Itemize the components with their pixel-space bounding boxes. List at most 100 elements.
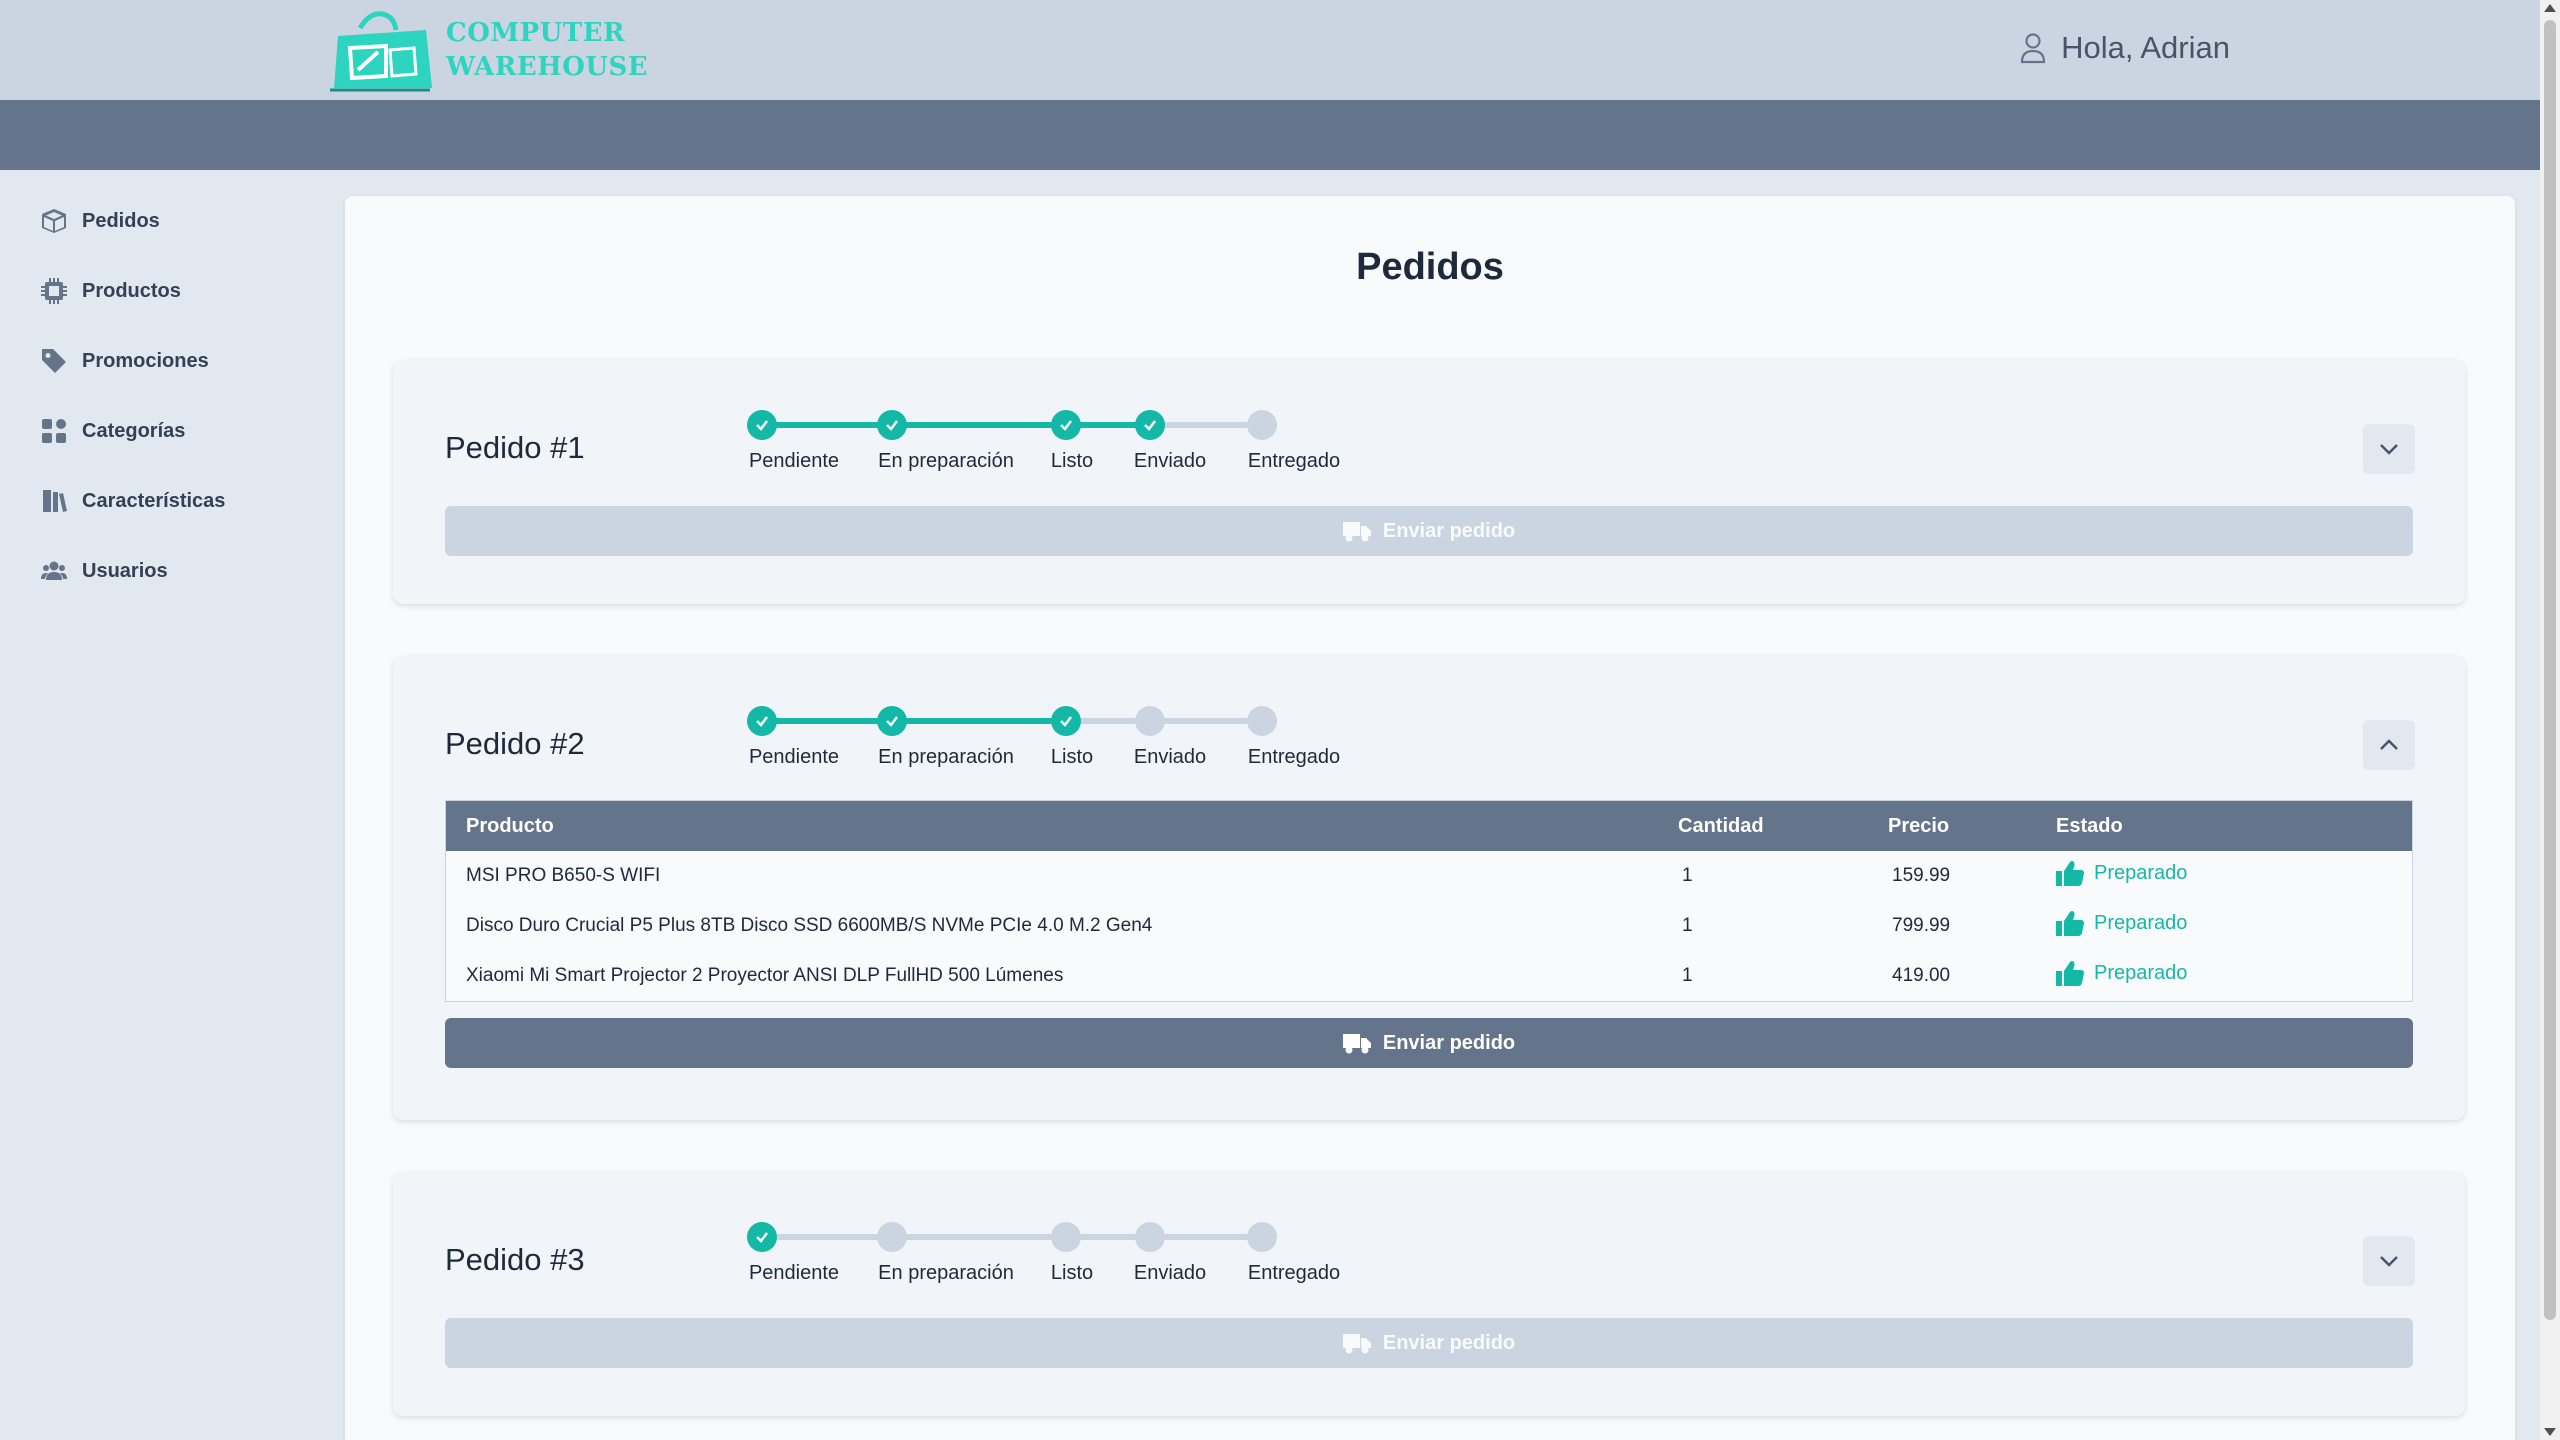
table-header: Producto Cantidad Precio Estado <box>446 801 2412 851</box>
users-icon <box>40 557 68 585</box>
column-header-estado: Estado <box>2056 814 2123 837</box>
status-badge: Preparado <box>2056 910 2187 936</box>
chip-icon <box>40 277 68 305</box>
send-order-button[interactable]: Enviar pedido <box>445 506 2413 556</box>
box-icon <box>40 207 68 235</box>
sidebar-item-caracteristicas[interactable]: Características <box>0 466 320 536</box>
shopping-bag-logo-icon <box>330 11 432 92</box>
truck-icon <box>1342 1034 1371 1054</box>
order-card: Pedido #1 Pendiente En preparación Listo En… <box>393 360 2465 604</box>
scrollbar[interactable] <box>2540 0 2560 1440</box>
step-indicator <box>1051 1222 1081 1252</box>
price: 159.99 <box>1892 865 1951 886</box>
step-connector <box>892 1234 1066 1240</box>
step-label: Pendiente <box>748 450 840 472</box>
column-header-precio: Precio <box>1888 814 1950 837</box>
step-label: Enviado <box>1133 1262 1207 1284</box>
step-label: Enviado <box>1133 746 1207 768</box>
quantity: 1 <box>1682 915 1693 936</box>
step-label: Listo <box>1050 450 1094 472</box>
order-items-table: Producto Cantidad Precio Estado MSI PRO … <box>445 800 2413 1002</box>
sidebar-item-promociones[interactable]: Promociones <box>0 326 320 396</box>
step-label: Entregado <box>1247 450 1341 472</box>
send-order-label: Enviar pedido <box>1382 1331 1516 1354</box>
sidebar-item-productos[interactable]: Productos <box>0 256 320 326</box>
chevron-up-icon <box>2380 739 2398 750</box>
status-text: Preparado <box>2094 911 2188 934</box>
chevron-down-icon <box>2380 444 2398 455</box>
step-indicator <box>1135 706 1165 736</box>
sidebar-item-label: Promociones <box>82 349 209 372</box>
scrollbar-thumb[interactable] <box>2544 20 2556 1320</box>
step-label: Entregado <box>1247 1262 1341 1284</box>
sidebar-item-label: Pedidos <box>82 209 160 232</box>
user-icon <box>2021 33 2046 64</box>
logo-line-2: WAREHOUSE <box>446 52 649 82</box>
table-row: MSI PRO B650-S WIFI 1 159.99 Preparado <box>446 851 2412 901</box>
step-indicator <box>747 706 777 736</box>
thumbs-up-icon <box>2056 861 2084 886</box>
send-order-label: Enviar pedido <box>1382 519 1516 542</box>
order-progress-stepper: Pendiente En preparación Listo Enviado Entre… <box>393 1222 2465 1322</box>
sidebar-item-label: Características <box>82 489 226 512</box>
price: 419.00 <box>1892 965 1951 986</box>
send-order-button[interactable]: Enviar pedido <box>445 1018 2413 1068</box>
logo[interactable]: COMPUTER WAREHOUSE <box>330 10 648 92</box>
scroll-down-arrow-icon[interactable] <box>2544 1428 2556 1436</box>
check-icon <box>756 420 768 431</box>
step-label: Listo <box>1050 1262 1094 1284</box>
product-name: Xiaomi Mi Smart Projector 2 Proyector AN… <box>466 965 1064 986</box>
order-card: Pedido #2 Pendiente En preparación Listo En… <box>393 656 2465 1120</box>
check-icon <box>756 1232 768 1243</box>
step-connector <box>762 1234 892 1240</box>
step-indicator <box>1247 1222 1277 1252</box>
truck-icon <box>1342 522 1371 542</box>
product-name: MSI PRO B650-S WIFI <box>466 865 661 886</box>
price: 799.99 <box>1892 915 1951 936</box>
page-title: Pedidos <box>1356 246 1504 288</box>
step-indicator <box>1135 410 1165 440</box>
step-indicator <box>877 410 907 440</box>
column-header-producto: Producto <box>466 814 554 837</box>
logo-line-1: COMPUTER <box>446 18 626 48</box>
check-icon <box>1144 420 1156 431</box>
scroll-up-arrow-icon[interactable] <box>2544 4 2556 12</box>
expand-button[interactable] <box>2363 1236 2415 1286</box>
step-indicator <box>1247 410 1277 440</box>
check-icon <box>886 716 898 727</box>
sidebar-item-usuarios[interactable]: Usuarios <box>0 536 320 606</box>
step-connector <box>762 422 892 428</box>
status-badge: Preparado <box>2056 960 2187 986</box>
top-header: COMPUTER WAREHOUSE Hola, Adrian <box>0 0 2540 100</box>
step-connector <box>762 718 892 724</box>
user-menu[interactable]: Hola, Adrian <box>2019 30 2230 66</box>
table-row: Xiaomi Mi Smart Projector 2 Proyector AN… <box>446 951 2412 1001</box>
step-label: Listo <box>1050 746 1094 768</box>
sidebar-item-label: Productos <box>82 279 181 302</box>
sidebar-item-categorias[interactable]: Categorías <box>0 396 320 466</box>
step-label: En preparación <box>878 746 1014 768</box>
step-label: Entregado <box>1247 746 1341 768</box>
chevron-down-icon <box>2380 1256 2398 1267</box>
expand-button[interactable] <box>2363 424 2415 474</box>
send-order-button[interactable]: Enviar pedido <box>445 1318 2413 1368</box>
sidebar-item-pedidos[interactable]: Pedidos <box>0 186 320 256</box>
greeting-text: Hola, Adrian <box>2061 30 2230 65</box>
secondary-bar <box>0 100 2540 170</box>
step-label: En preparación <box>878 1262 1014 1284</box>
truck-icon <box>1342 1334 1371 1354</box>
thumbs-up-icon <box>2056 911 2084 936</box>
step-indicator <box>1051 706 1081 736</box>
quantity: 1 <box>1682 865 1693 886</box>
collapse-button[interactable] <box>2363 720 2415 770</box>
check-icon <box>1060 716 1072 727</box>
step-connector <box>1150 1234 1262 1240</box>
column-header-cantidad: Cantidad <box>1678 814 1764 837</box>
status-badge: Preparado <box>2056 860 2187 886</box>
step-indicator <box>1135 1222 1165 1252</box>
step-connector <box>892 422 1066 428</box>
check-icon <box>1060 420 1072 431</box>
step-connector <box>892 718 1066 724</box>
step-label: Enviado <box>1133 450 1207 472</box>
grid-icon <box>40 417 68 445</box>
